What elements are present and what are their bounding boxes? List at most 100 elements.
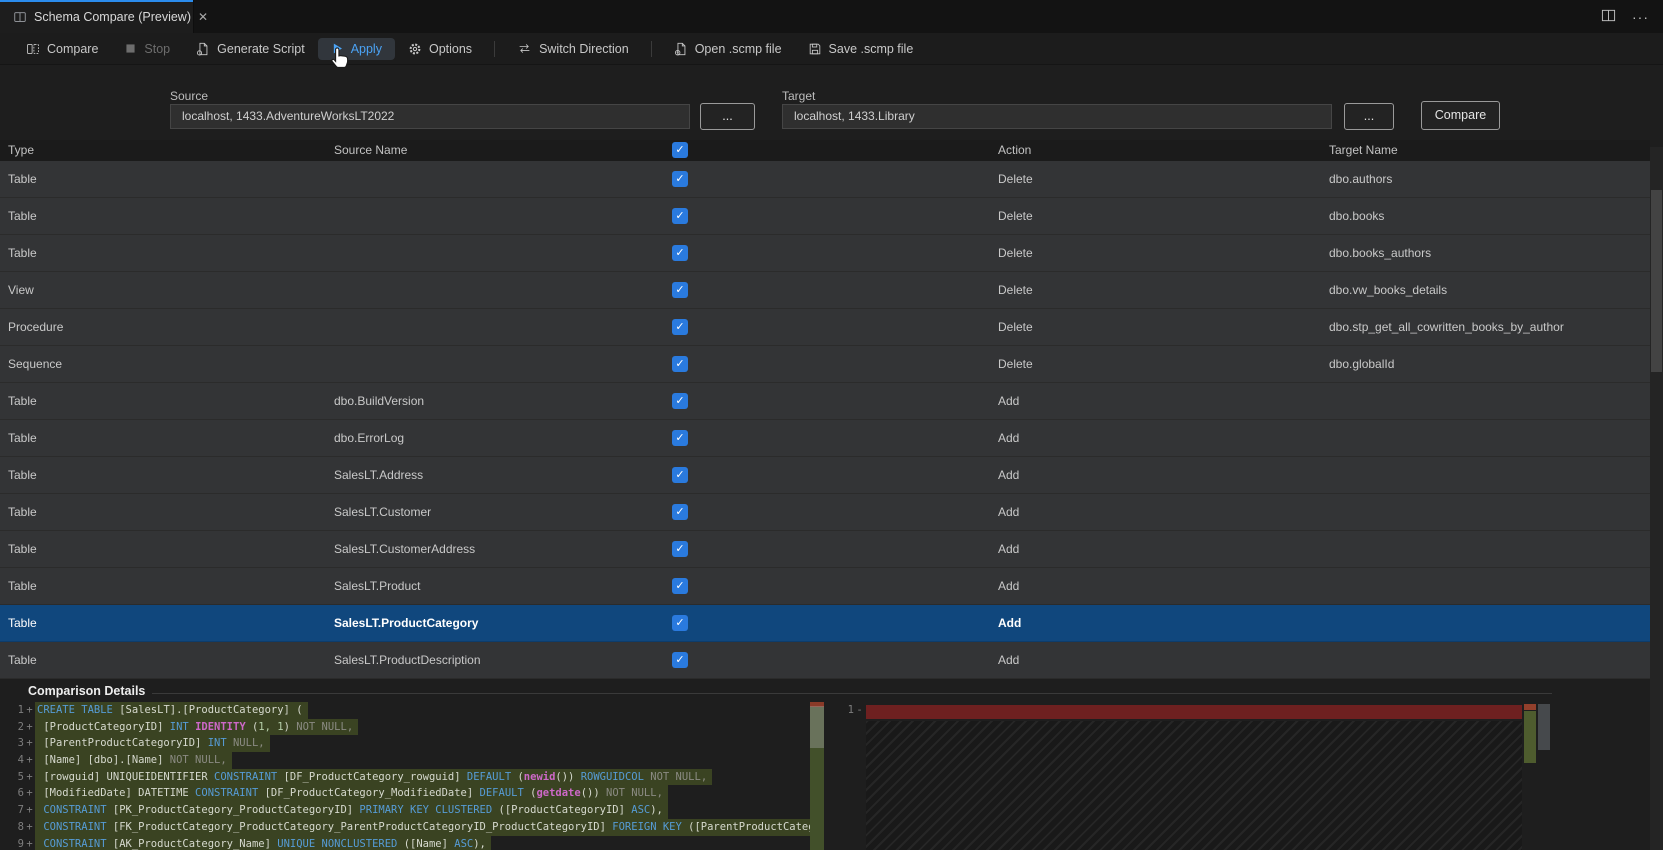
page-scrollbar-thumb[interactable] xyxy=(1651,190,1662,372)
table-row[interactable]: Table SalesLT.Product ✓ Add xyxy=(0,568,1650,605)
table-row[interactable]: Table ✓ Delete dbo.authors xyxy=(0,161,1650,198)
row-checkbox[interactable]: ✓ xyxy=(672,578,688,594)
row-checkbox[interactable]: ✓ xyxy=(672,319,688,335)
target-browse-button[interactable]: ... xyxy=(1344,103,1394,130)
cell-action: Delete xyxy=(998,172,1033,186)
sql-code-line: CONSTRAINT [PK_ProductCategory_ProductCa… xyxy=(35,802,668,819)
toolbar-button-save-scmp-file[interactable]: Save .scmp file xyxy=(795,38,927,60)
toolbar-button-apply[interactable]: Apply xyxy=(317,37,395,60)
comparison-details-rule xyxy=(152,693,1552,694)
cell-target-name: dbo.globalId xyxy=(1329,357,1395,371)
cell-action: Add xyxy=(998,616,1022,630)
cell-type: Table xyxy=(8,394,37,408)
cell-type: Table xyxy=(8,505,37,519)
table-row[interactable]: Table ✓ Delete dbo.books_authors xyxy=(0,235,1650,272)
cell-action: Delete xyxy=(998,246,1033,260)
added-marker: + xyxy=(26,820,33,833)
left-pane-scrollbar-thumb[interactable] xyxy=(810,706,824,748)
removed-line-bar xyxy=(866,705,1522,719)
editor-tab-bar: Schema Compare (Preview) ✕ ··· xyxy=(0,0,1663,33)
source-label: Source xyxy=(170,89,209,103)
added-marker: + xyxy=(26,737,33,750)
table-row[interactable]: Table SalesLT.ProductDescription ✓ Add xyxy=(0,642,1650,679)
tab-schema-compare[interactable]: Schema Compare (Preview) ✕ xyxy=(0,0,208,33)
added-marker: + xyxy=(26,804,33,817)
table-row[interactable]: Procedure ✓ Delete dbo.stp_get_all_cowritte… xyxy=(0,309,1650,346)
row-checkbox[interactable]: ✓ xyxy=(672,393,688,409)
compare-icon xyxy=(26,42,40,56)
table-row[interactable]: Table dbo.BuildVersion ✓ Add xyxy=(0,383,1650,420)
sql-code-line: [ModifiedDate] DATETIME CONSTRAINT [DF_P… xyxy=(35,785,668,803)
source-diff-pane: 1 + CREATE TABLE [SalesLT].[ProductCategor… xyxy=(0,702,824,850)
table-row[interactable]: Table dbo.ErrorLog ✓ Add xyxy=(0,420,1650,457)
row-checkbox[interactable]: ✓ xyxy=(672,615,688,631)
diff-line-added: 7 + CONSTRAINT [PK_ProductCategory_Produc… xyxy=(0,802,824,819)
added-marker: + xyxy=(26,754,33,767)
table-row[interactable]: Table SalesLT.CustomerAddress ✓ Add xyxy=(0,531,1650,568)
target-input[interactable]: localhost, 1433.Library xyxy=(782,104,1332,129)
toolbar-button-generate-script[interactable]: Generate Script xyxy=(183,38,318,60)
row-checkbox[interactable]: ✓ xyxy=(672,245,688,261)
table-row[interactable]: Table SalesLT.Customer ✓ Add xyxy=(0,494,1650,531)
toolbar-button-label: Save .scmp file xyxy=(828,41,914,56)
right-pane-scrollbar-thumb[interactable] xyxy=(1538,704,1550,750)
row-checkbox[interactable]: ✓ xyxy=(672,430,688,446)
added-marker: + xyxy=(26,720,33,733)
line-number: 6 xyxy=(17,787,24,800)
row-checkbox[interactable]: ✓ xyxy=(672,504,688,520)
schema-compare-window: Schema Compare (Preview) ✕ ··· Compare St… xyxy=(0,0,1663,850)
row-checkbox[interactable]: ✓ xyxy=(672,208,688,224)
toolbar-button-label: Stop xyxy=(144,41,171,56)
grid-header: Type Source Name ✓ Action Target Name xyxy=(0,140,1650,161)
toolbar-button-compare[interactable]: Compare xyxy=(13,38,111,60)
diff-line-added: 1 + CREATE TABLE [SalesLT].[ProductCategor… xyxy=(0,702,824,719)
cell-source-name: dbo.ErrorLog xyxy=(334,431,405,445)
line-number: 4 xyxy=(17,754,24,767)
line-number: 3 xyxy=(17,737,24,750)
cell-type: Table xyxy=(8,431,37,445)
sql-code-line: [Name] [dbo].[Name] NOT NULL, xyxy=(35,752,232,769)
row-checkbox[interactable]: ✓ xyxy=(672,467,688,483)
toolbar-button-open-scmp-file[interactable]: Open .scmp file xyxy=(661,38,795,60)
row-checkbox[interactable]: ✓ xyxy=(672,171,688,187)
split-editor-icon[interactable] xyxy=(1601,8,1616,26)
toolbar-button-options[interactable]: Options xyxy=(395,38,485,60)
removed-marker: - xyxy=(856,704,863,716)
toolbar-button-switch-direction[interactable]: Switch Direction xyxy=(504,38,642,60)
table-row[interactable]: Sequence ✓ Delete dbo.globalId xyxy=(0,346,1650,383)
cell-source-name: SalesLT.Product xyxy=(334,579,421,593)
table-row[interactable]: View ✓ Delete dbo.vw_books_details xyxy=(0,272,1650,309)
script-icon xyxy=(196,42,210,56)
column-header-action[interactable]: Action xyxy=(998,140,1031,161)
line-number: 2 xyxy=(17,720,24,733)
more-actions-icon[interactable]: ··· xyxy=(1632,10,1649,24)
added-marker: + xyxy=(26,837,33,850)
row-checkbox[interactable]: ✓ xyxy=(672,356,688,372)
table-row[interactable]: Table SalesLT.Address ✓ Add xyxy=(0,457,1650,494)
gear-icon xyxy=(408,42,422,56)
select-all-checkbox[interactable]: ✓ xyxy=(672,142,688,158)
cell-action: Add xyxy=(998,431,1020,445)
close-icon[interactable]: ✕ xyxy=(198,10,208,24)
source-browse-button[interactable]: ... xyxy=(700,103,755,130)
compare-run-button[interactable]: Compare xyxy=(1421,101,1500,130)
column-header-source-name[interactable]: Source Name xyxy=(334,140,407,161)
row-checkbox[interactable]: ✓ xyxy=(672,652,688,668)
page-scrollbar[interactable] xyxy=(1650,147,1663,850)
sql-code-line: CONSTRAINT [AK_ProductCategory_Name] UNI… xyxy=(35,835,491,850)
cell-type: Table xyxy=(8,468,37,482)
table-row[interactable]: Table SalesLT.ProductCategory ✓ Add xyxy=(0,605,1650,642)
row-checkbox[interactable]: ✓ xyxy=(672,541,688,557)
comparison-details-title: Comparison Details xyxy=(28,684,146,698)
source-input[interactable]: localhost, 1433.AdventureWorksLT2022 xyxy=(170,104,690,129)
swap-icon xyxy=(517,42,532,55)
toolbar-divider xyxy=(494,40,496,57)
line-number: 1 xyxy=(847,704,854,716)
cell-action: Add xyxy=(998,579,1020,593)
row-checkbox[interactable]: ✓ xyxy=(672,282,688,298)
column-header-type[interactable]: Type xyxy=(8,140,34,161)
schema-compare-toolbar: Compare Stop Generate Script Apply Options Sw… xyxy=(0,33,1663,65)
table-row[interactable]: Table ✓ Delete dbo.books xyxy=(0,198,1650,235)
column-header-target-name[interactable]: Target Name xyxy=(1329,140,1398,161)
cell-action: Delete xyxy=(998,283,1033,297)
